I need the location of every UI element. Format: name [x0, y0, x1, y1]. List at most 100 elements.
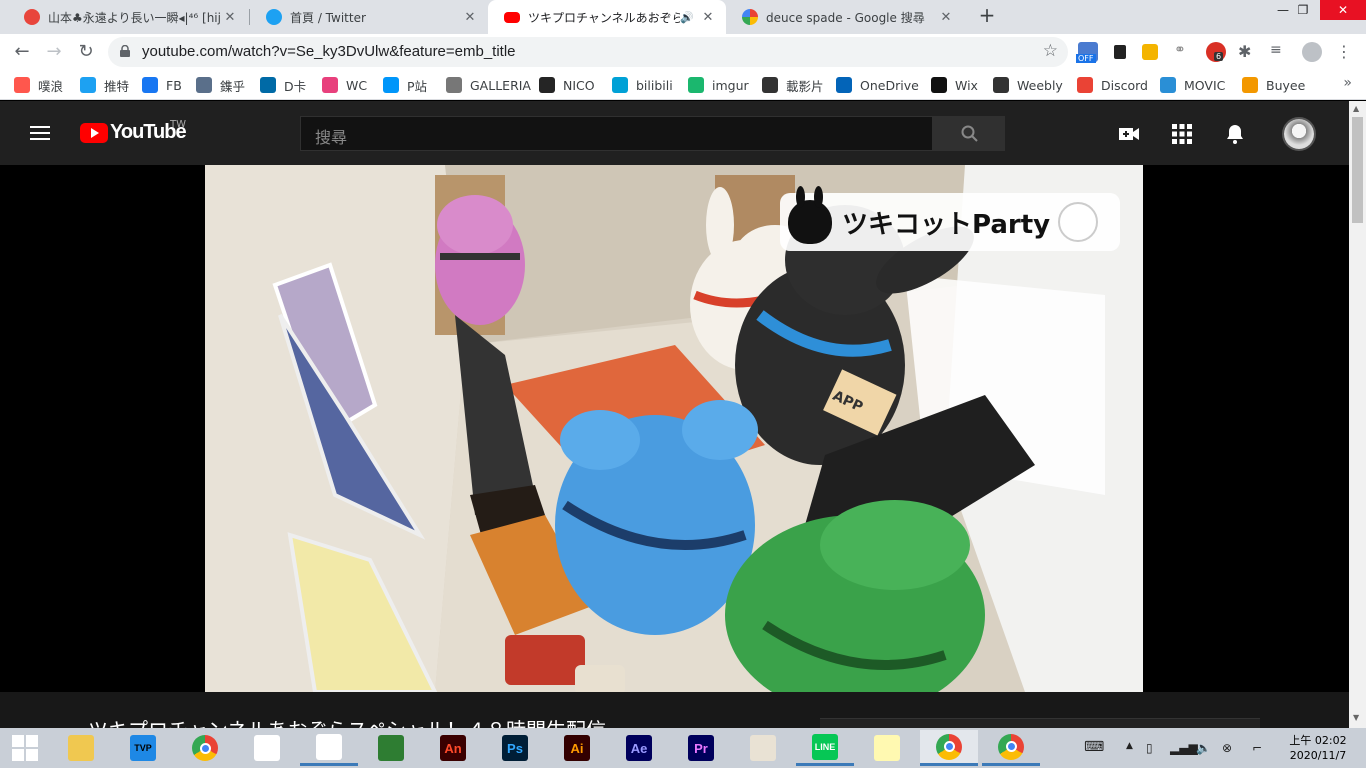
- tab-google-search[interactable]: deuce spade - Google 搜尋 ✕: [726, 0, 964, 34]
- app-icon-label: Ps: [507, 740, 523, 756]
- taskbar-app-clip-studio[interactable]: [238, 730, 296, 766]
- taskbar-app-chrome[interactable]: [176, 730, 234, 766]
- page-scrollbar[interactable]: ▲ ▼: [1349, 101, 1366, 728]
- bookmark-item[interactable]: 推特: [80, 76, 129, 94]
- taskbar-app-chrome-window-2[interactable]: [982, 730, 1040, 766]
- close-window-button[interactable]: ✕: [1320, 0, 1366, 20]
- url-text[interactable]: youtube.com/watch?v=Se_ky3DvUlw&feature=…: [142, 43, 516, 60]
- input-method-icon[interactable]: ⌐: [1252, 741, 1262, 755]
- scrollbar-thumb[interactable]: [1352, 117, 1363, 223]
- bookmark-item[interactable]: WC: [322, 76, 367, 94]
- region-label: TW: [170, 119, 186, 130]
- video-player[interactable]: APP ツキコットParty: [205, 165, 1143, 692]
- audio-playing-icon[interactable]: 🔊: [680, 11, 694, 24]
- volume-icon[interactable]: 🔈: [1196, 741, 1211, 755]
- bookmark-label: Buyee: [1266, 77, 1306, 93]
- close-tab-icon[interactable]: ✕: [938, 10, 954, 25]
- show-hidden-icons-icon[interactable]: ▲: [1126, 741, 1133, 751]
- bookmark-label: Weebly: [1017, 77, 1063, 93]
- bookmark-label: 噗浪: [38, 78, 64, 94]
- taskbar-app-explorer[interactable]: [52, 730, 110, 766]
- bookmark-item[interactable]: Buyee: [1242, 76, 1305, 94]
- profile-avatar-icon[interactable]: [1302, 42, 1322, 62]
- scroll-down-arrow-icon[interactable]: ▼: [1353, 713, 1359, 722]
- clip-studio-paint-icon: [316, 733, 342, 760]
- bookmark-item[interactable]: Discord: [1077, 76, 1148, 94]
- extension-link-icon[interactable]: ⚭: [1174, 42, 1194, 62]
- close-circle-icon[interactable]: ⊗: [1222, 741, 1232, 755]
- tab-youtube[interactable]: ツキプロチャンネルあおぞら 🔊 ✕: [488, 0, 726, 34]
- extension-off-icon[interactable]: OFF: [1076, 42, 1098, 63]
- taskbar-app-after-effects[interactable]: Ae: [610, 730, 668, 766]
- taskbar-app-sticky-notes[interactable]: [858, 730, 916, 766]
- spy-extension-icon[interactable]: [1110, 42, 1130, 62]
- extension-icon[interactable]: [1142, 44, 1158, 60]
- hamburger-menu-icon[interactable]: [30, 126, 50, 140]
- clock[interactable]: 上午 02:02 2020/11/7: [1286, 733, 1350, 763]
- device-icon[interactable]: ▯: [1146, 741, 1153, 755]
- bookmark-label: Wix: [955, 77, 978, 93]
- bookmark-star-icon[interactable]: ☆: [1043, 41, 1058, 61]
- back-button[interactable]: ←: [10, 40, 34, 64]
- forward-button[interactable]: →: [42, 40, 66, 64]
- reload-button[interactable]: ↻: [74, 40, 98, 64]
- windows-start-icon[interactable]: [12, 735, 38, 761]
- taskbar-app-tvp[interactable]: TVP: [114, 730, 172, 766]
- close-tab-icon[interactable]: ✕: [222, 10, 238, 25]
- taskbar-app-paint[interactable]: [734, 730, 792, 766]
- youtube-header: YouTube TW 搜尋: [0, 101, 1349, 165]
- bookmark-label: GALLERIA: [470, 77, 531, 93]
- close-tab-icon[interactable]: ✕: [462, 10, 478, 25]
- bookmark-item[interactable]: 噗浪: [14, 76, 63, 94]
- plurk-favicon-icon: [24, 9, 40, 25]
- taskbar-app-premiere[interactable]: Pr: [672, 730, 730, 766]
- account-avatar[interactable]: [1282, 117, 1316, 151]
- extension-badge-icon[interactable]: 6: [1206, 42, 1226, 62]
- search-button[interactable]: [933, 116, 1005, 151]
- bookmark-item[interactable]: imgur: [688, 76, 749, 94]
- bookmark-item[interactable]: 載影片: [762, 76, 824, 94]
- bookmark-item[interactable]: D卡: [260, 76, 306, 94]
- tennis-game-icon: [378, 735, 404, 761]
- tab-title: deuce spade - Google 搜尋: [766, 10, 925, 25]
- taskbar-app-animate[interactable]: An: [424, 730, 482, 766]
- app-icon-label: TVP: [134, 743, 152, 753]
- bookmark-item[interactable]: Weebly: [993, 76, 1063, 94]
- taskbar-app-chrome-window-1[interactable]: [920, 730, 978, 766]
- new-tab-button[interactable]: +: [976, 5, 998, 27]
- search-input[interactable]: 搜尋: [300, 116, 933, 151]
- tsukicot-party-overlay: ツキコットParty: [780, 186, 1120, 251]
- bookmark-item[interactable]: MOVIC: [1160, 76, 1225, 94]
- media-control-icon[interactable]: ≡: [1270, 42, 1290, 62]
- address-bar[interactable]: youtube.com/watch?v=Se_ky3DvUlw&feature=…: [108, 37, 1068, 67]
- menu-kebab-icon[interactable]: ⋮: [1334, 42, 1354, 62]
- bookmark-item[interactable]: FB: [142, 76, 182, 94]
- paint-icon: [750, 735, 776, 761]
- close-tab-icon[interactable]: ✕: [700, 10, 716, 25]
- bookmark-item[interactable]: OneDrive: [836, 76, 919, 94]
- network-icon[interactable]: ▂▄▆: [1170, 741, 1198, 755]
- scroll-up-arrow-icon[interactable]: ▲: [1353, 104, 1359, 113]
- taskbar-app-tennis-game[interactable]: [362, 730, 420, 766]
- bookmark-label: 推特: [104, 78, 130, 94]
- bookmarks-overflow-icon[interactable]: »: [1343, 75, 1352, 91]
- illustrator-icon: Ai: [564, 735, 590, 761]
- keyboard-icon[interactable]: ⌨: [1084, 739, 1104, 755]
- bookmark-item[interactable]: GALLERIA: [446, 76, 531, 94]
- taskbar-app-line[interactable]: LINE: [796, 730, 854, 766]
- bookmark-item[interactable]: bilibili: [612, 76, 673, 94]
- notifications-bell-icon[interactable]: [1224, 123, 1246, 145]
- tab-twitter[interactable]: 首頁 / Twitter ✕: [250, 0, 488, 34]
- apps-grid-icon[interactable]: [1171, 123, 1193, 145]
- youtube-logo-icon[interactable]: [80, 123, 108, 143]
- taskbar-app-photoshop[interactable]: Ps: [486, 730, 544, 766]
- extensions-puzzle-icon[interactable]: ✱: [1238, 42, 1258, 62]
- taskbar-app-clip-studio-paint[interactable]: [300, 730, 358, 766]
- bookmark-item[interactable]: P站: [383, 76, 427, 94]
- create-video-icon[interactable]: [1118, 123, 1140, 145]
- bookmark-item[interactable]: 鏶乎: [196, 76, 245, 94]
- bookmark-item[interactable]: Wix: [931, 76, 978, 94]
- bookmark-item[interactable]: NICO: [539, 76, 595, 94]
- tab-plurk[interactable]: 山本♣永遠より長い一瞬◂|⁴⁶ [hij ✕: [8, 0, 248, 34]
- taskbar-app-illustrator[interactable]: Ai: [548, 730, 606, 766]
